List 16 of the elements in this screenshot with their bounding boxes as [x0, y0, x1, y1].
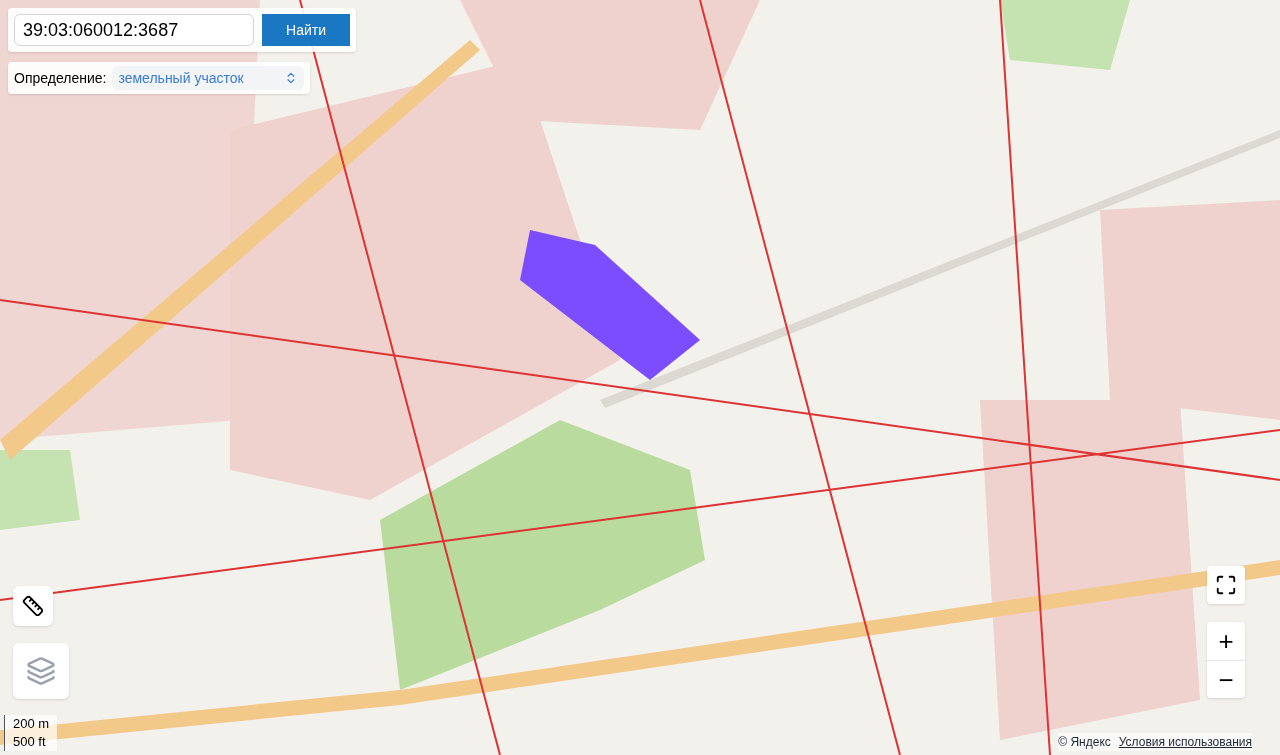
- zoom-in-button[interactable]: +: [1207, 622, 1245, 660]
- search-button[interactable]: Найти: [262, 14, 350, 46]
- fullscreen-icon: [1215, 574, 1237, 596]
- scale-label: 200 m: [4, 715, 58, 733]
- definition-label: Определение:: [14, 68, 107, 88]
- terms-link[interactable]: Условия использования: [1118, 733, 1252, 751]
- layers-icon: [26, 656, 56, 686]
- copyright-text: © Яндекс: [1058, 734, 1111, 751]
- search-field[interactable]: 39:03:060012:3687: [14, 14, 254, 46]
- ruler-icon: [22, 595, 44, 617]
- fullscreen-button[interactable]: [1207, 566, 1245, 604]
- zoom-out-button[interactable]: −: [1207, 660, 1245, 698]
- definition-select[interactable]: земельный участок: [112, 66, 304, 90]
- ruler-button[interactable]: [13, 586, 53, 626]
- layers-button[interactable]: [13, 643, 69, 699]
- scale-label: 500 ft: [4, 733, 58, 751]
